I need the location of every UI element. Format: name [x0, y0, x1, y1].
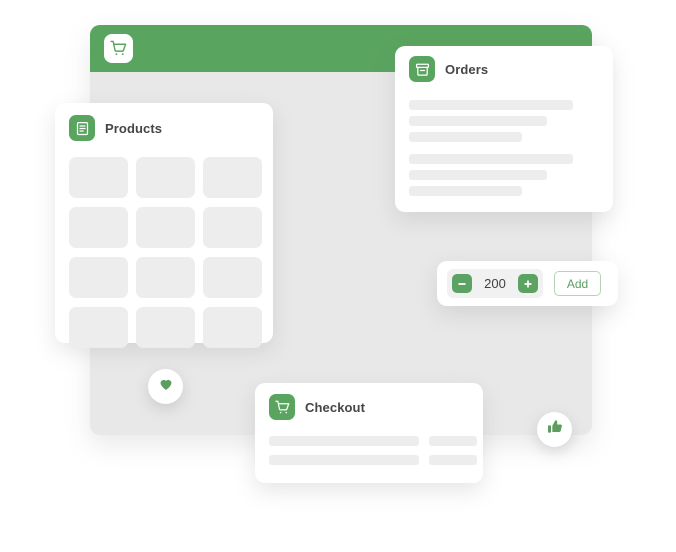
- product-tile[interactable]: [203, 257, 262, 298]
- checkout-row: [269, 436, 483, 446]
- placeholder-bar: [429, 436, 477, 446]
- orders-bar-group: [409, 100, 613, 142]
- products-card: Products: [55, 103, 273, 348]
- document-list-icon: [69, 115, 95, 141]
- shopping-cart-icon: [269, 394, 295, 420]
- product-tile[interactable]: [69, 157, 128, 198]
- product-tile[interactable]: [136, 207, 195, 248]
- thumbs-up-badge[interactable]: [537, 412, 572, 447]
- placeholder-bar: [409, 154, 573, 164]
- placeholder-bar: [409, 132, 522, 142]
- placeholder-bar: [269, 455, 419, 465]
- product-tile[interactable]: [69, 257, 128, 298]
- product-tile[interactable]: [136, 307, 195, 348]
- placeholder-bar: [409, 100, 573, 110]
- placeholder-bar: [409, 186, 522, 196]
- checkout-row: [269, 455, 483, 465]
- shopping-cart-icon: [104, 34, 133, 63]
- thumbs-up-icon: [547, 419, 563, 440]
- checkout-placeholder-list: [269, 436, 483, 465]
- orders-card-title: Orders: [445, 61, 489, 77]
- product-tile[interactable]: [203, 307, 262, 348]
- product-tile[interactable]: [203, 207, 262, 248]
- illustration-stage: Products Orders 200 Add Checkout: [0, 0, 676, 552]
- checkout-card-title: Checkout: [305, 399, 366, 415]
- product-tile[interactable]: [136, 157, 195, 198]
- add-button[interactable]: Add: [554, 271, 601, 296]
- orders-card: Orders: [395, 46, 613, 212]
- quantity-stepper[interactable]: 200: [447, 269, 543, 298]
- placeholder-bar: [409, 116, 547, 126]
- products-card-title: Products: [105, 120, 163, 136]
- orders-placeholder-list: [409, 100, 613, 196]
- product-tile[interactable]: [136, 257, 195, 298]
- placeholder-bar: [269, 436, 419, 446]
- checkout-card: Checkout: [255, 383, 483, 483]
- decrement-button[interactable]: [452, 274, 472, 293]
- heart-icon: [158, 376, 174, 397]
- orders-bar-group: [409, 154, 613, 196]
- product-tile[interactable]: [69, 207, 128, 248]
- products-grid: [69, 157, 273, 348]
- quantity-card: 200 Add: [437, 261, 618, 306]
- orders-card-header: Orders: [409, 56, 613, 82]
- heart-badge[interactable]: [148, 369, 183, 404]
- product-tile[interactable]: [69, 307, 128, 348]
- placeholder-bar: [429, 455, 477, 465]
- archive-box-icon: [409, 56, 435, 82]
- placeholder-bar: [409, 170, 547, 180]
- products-card-header: Products: [69, 115, 273, 141]
- product-tile[interactable]: [203, 157, 262, 198]
- quantity-value: 200: [484, 276, 506, 291]
- increment-button[interactable]: [518, 274, 538, 293]
- checkout-card-header: Checkout: [269, 394, 483, 420]
